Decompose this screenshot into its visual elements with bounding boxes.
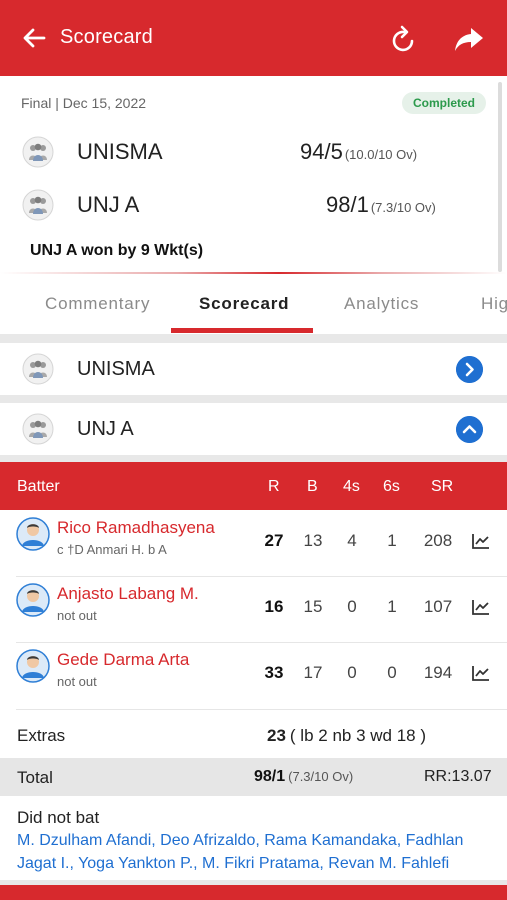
player-avatar-icon (16, 649, 50, 683)
team-icon (22, 353, 54, 385)
tab-scorecard[interactable]: Scorecard (199, 294, 289, 314)
team-overs: (7.3/10 Ov) (370, 200, 436, 215)
team-score-row: UNISMA 94/5 (10.0/10 Ov) (0, 132, 507, 172)
row-divider (16, 709, 507, 710)
did-not-bat-section: Did not bat M. Dzulham Afandi, Deo Afriz… (0, 796, 507, 882)
fours-value: 0 (347, 663, 357, 682)
team-runs: 94/5 (300, 139, 343, 164)
batting-table-header: Batter R B 4s 6s SR (0, 462, 507, 510)
extras-label: Extras (17, 726, 66, 745)
batter-name-link[interactable]: Rico Ramadhasyena (57, 518, 215, 538)
team-runs: 98/1 (326, 192, 369, 217)
match-result: UNJ A won by 9 Wkt(s) (30, 242, 204, 259)
bottom-section-header (0, 885, 507, 900)
strike-rate-value: 107 (423, 597, 453, 616)
total-overs: (7.3/10 Ov) (288, 769, 354, 784)
innings-row-unisma[interactable]: UNISMA (0, 343, 507, 395)
line-chart-icon[interactable] (472, 665, 490, 681)
header-strike-rate: SR (431, 478, 454, 495)
sixes-value: 0 (387, 663, 397, 682)
innings-row-unj-a[interactable]: UNJ A (0, 403, 507, 455)
dismissal-text: c †D Anmari H. b A (57, 542, 167, 557)
total-score: 98/1 (254, 768, 286, 785)
innings-team-name: UNJ A (77, 418, 134, 440)
team-name: UNISMA (77, 139, 163, 164)
dismissal-text: not out (57, 674, 97, 689)
player-avatar-icon (16, 583, 50, 617)
team-name: UNJ A (77, 192, 140, 217)
line-chart-icon[interactable] (472, 599, 490, 615)
header-balls: B (307, 478, 318, 495)
sixes-value: 1 (387, 597, 397, 616)
separator (0, 334, 507, 343)
chevron-up-icon[interactable] (456, 416, 483, 443)
app-bar: Scorecard (0, 0, 507, 76)
runs-value: 16 (264, 597, 284, 616)
table-row[interactable]: Rico Ramadhasyena c †D Anmari H. b A 27 … (0, 511, 507, 577)
refresh-icon[interactable] (390, 24, 418, 54)
strike-rate-value: 208 (423, 531, 453, 550)
strike-rate-value: 194 (423, 663, 453, 682)
extras-row: Extras 23( lb 2 nb 3 wd 18 ) (0, 716, 507, 758)
team-icon (22, 136, 54, 168)
header-fours: 4s (343, 478, 360, 495)
match-summary-card: Final | Dec 15, 2022 Completed UNISMA 94… (0, 76, 507, 272)
team-icon (22, 189, 54, 221)
table-row[interactable]: Anjasto Labang M. not out 16 15 0 1 107 (0, 577, 507, 643)
did-not-bat-players[interactable]: M. Dzulham Afandi, Deo Afrizaldo, Rama K… (17, 829, 497, 875)
tab-analytics[interactable]: Analytics (344, 294, 419, 314)
header-runs: R (268, 478, 280, 495)
tab-bar: Commentary Scorecard Analytics Hig (0, 274, 507, 334)
runs-value: 33 (264, 663, 284, 682)
run-rate: RR:13.07 (424, 768, 492, 785)
dismissal-text: not out (57, 608, 97, 623)
fours-value: 4 (347, 531, 357, 550)
arrow-left-icon[interactable] (20, 24, 48, 52)
extras-detail: ( lb 2 nb 3 wd 18 ) (289, 726, 426, 745)
batter-name-link[interactable]: Anjasto Labang M. (57, 584, 199, 604)
active-tab-indicator (171, 328, 313, 333)
tab-commentary[interactable]: Commentary (45, 294, 150, 314)
runs-value: 27 (264, 531, 284, 550)
batter-name-link[interactable]: Gede Darma Arta (57, 650, 189, 670)
extras-total: 23 (267, 726, 286, 745)
team-score: 98/1 (7.3/10 Ov) (326, 192, 436, 218)
balls-value: 13 (303, 531, 323, 550)
match-status-line: Final | Dec 15, 2022 (21, 95, 147, 111)
balls-value: 17 (303, 663, 323, 682)
fours-value: 0 (347, 597, 357, 616)
status-badge: Completed (402, 92, 486, 114)
total-row: Total 98/1 (7.3/10 Ov) RR:13.07 (0, 758, 507, 796)
did-not-bat-label: Did not bat (17, 808, 100, 827)
page-title: Scorecard (60, 26, 153, 48)
table-row[interactable]: Gede Darma Arta not out 33 17 0 0 194 (0, 643, 507, 709)
header-batter: Batter (17, 478, 60, 495)
total-label: Total (17, 768, 53, 787)
team-score: 94/5 (10.0/10 Ov) (300, 139, 417, 165)
scrollbar[interactable] (498, 82, 502, 272)
chevron-right-icon[interactable] (456, 356, 483, 383)
sixes-value: 1 (387, 531, 397, 550)
header-sixes: 6s (383, 478, 400, 495)
balls-value: 15 (303, 597, 323, 616)
team-overs: (10.0/10 Ov) (344, 147, 418, 162)
tab-highlights[interactable]: Hig (481, 294, 507, 314)
share-icon[interactable] (454, 24, 484, 54)
team-score-row: UNJ A 98/1 (7.3/10 Ov) (0, 185, 507, 225)
player-avatar-icon (16, 517, 50, 551)
extras-value: 23( lb 2 nb 3 wd 18 ) (267, 726, 426, 746)
team-icon (22, 413, 54, 445)
separator (0, 395, 507, 403)
total-value: 98/1 (7.3/10 Ov) (254, 768, 353, 786)
innings-team-name: UNISMA (77, 358, 155, 380)
separator (0, 455, 507, 462)
line-chart-icon[interactable] (472, 533, 490, 549)
